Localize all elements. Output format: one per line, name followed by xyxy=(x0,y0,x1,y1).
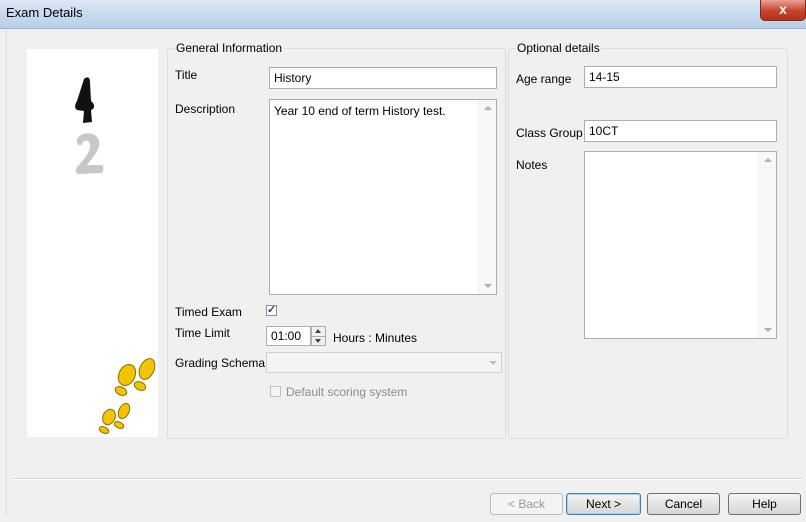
age-range-label: Age range xyxy=(516,72,572,86)
footprints-icon xyxy=(98,358,156,434)
notes-textarea[interactable] xyxy=(584,151,777,339)
wizard-side-panel xyxy=(27,49,158,437)
chevron-down-icon xyxy=(489,361,497,365)
grading-schema-select[interactable] xyxy=(266,352,502,373)
description-label: Description xyxy=(175,102,236,116)
scroll-down-icon[interactable] xyxy=(764,328,772,332)
grading-schema-label: Grading Schema xyxy=(175,356,266,370)
class-group-label: Class Group xyxy=(516,126,583,140)
description-textarea[interactable]: Year 10 end of term History test. xyxy=(269,99,497,295)
scroll-up-icon[interactable] xyxy=(764,158,772,162)
timed-exam-label: Timed Exam xyxy=(175,305,242,319)
scroll-up-icon[interactable] xyxy=(484,106,492,110)
side-panel-art xyxy=(75,77,156,434)
spin-down-icon[interactable] xyxy=(315,339,321,343)
help-button[interactable]: Help xyxy=(728,493,801,515)
default-scoring-label: Default scoring system xyxy=(286,385,408,399)
notes-scrollbar[interactable] xyxy=(758,152,776,338)
footer-separator xyxy=(13,478,802,480)
age-range-input[interactable]: 14-15 xyxy=(584,66,777,88)
title-label: Title xyxy=(175,68,198,82)
spin-up-icon[interactable] xyxy=(315,329,321,333)
notes-label: Notes xyxy=(516,158,548,172)
time-limit-label: Time Limit xyxy=(175,326,230,340)
general-information-legend: General Information xyxy=(174,41,285,55)
time-units-label: Hours : Minutes xyxy=(333,331,418,345)
timed-exam-checkbox[interactable] xyxy=(266,303,277,316)
optional-details-legend: Optional details xyxy=(515,41,602,55)
description-scrollbar[interactable] xyxy=(478,100,496,294)
close-icon: x xyxy=(779,1,787,17)
next-button[interactable]: Next > xyxy=(566,493,641,515)
cancel-button[interactable]: Cancel xyxy=(647,493,720,515)
title-input[interactable]: History xyxy=(269,67,497,89)
window-title: Exam Details xyxy=(6,5,83,20)
step-2-icon xyxy=(75,133,104,174)
description-text: Year 10 end of term History test. xyxy=(274,104,446,118)
step-1-icon xyxy=(75,77,95,123)
default-scoring-checkbox[interactable] xyxy=(270,386,281,397)
time-limit-spinner[interactable] xyxy=(311,326,326,346)
title-bar: Exam Details x xyxy=(0,0,806,29)
time-limit-input[interactable]: 01:00 xyxy=(266,326,311,346)
back-button[interactable]: < Back xyxy=(490,493,563,515)
class-group-input[interactable]: 10CT xyxy=(584,120,777,142)
scroll-down-icon[interactable] xyxy=(484,284,492,288)
close-button[interactable]: x xyxy=(760,0,806,21)
